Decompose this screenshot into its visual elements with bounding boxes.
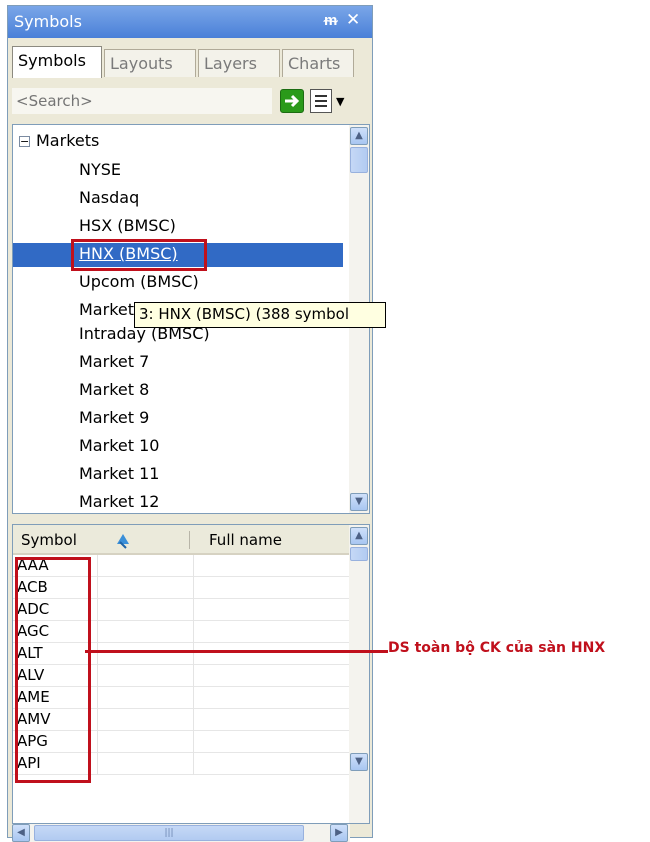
pin-icon[interactable]: ᵯ bbox=[324, 11, 337, 29]
tree-item-market-7[interactable]: Market 7 bbox=[79, 351, 149, 375]
highlight-box-symbols bbox=[15, 557, 91, 783]
sort-arrows-icon[interactable] bbox=[113, 530, 133, 554]
collapse-icon[interactable]: − bbox=[19, 136, 30, 147]
tree-item-market-10[interactable]: Market 10 bbox=[79, 435, 159, 459]
scroll-down-icon[interactable]: ▼ bbox=[350, 493, 368, 511]
tree-root-markets[interactable]: − Markets bbox=[19, 131, 99, 150]
scroll-right-icon[interactable]: ▶ bbox=[330, 824, 348, 842]
tree-item-market-12[interactable]: Market 12 bbox=[79, 491, 159, 513]
column-header-full-name[interactable]: Full name bbox=[209, 531, 282, 549]
tree-item-market[interactable]: Market bbox=[79, 299, 134, 323]
callout-label: DS toàn bộ CK của sàn HNX bbox=[388, 640, 606, 656]
tab-charts[interactable]: Charts bbox=[282, 49, 354, 77]
list-options-icon[interactable]: ▼ bbox=[310, 89, 346, 113]
scroll-down-icon[interactable]: ▼ bbox=[350, 753, 368, 771]
tree-item-upcom[interactable]: Upcom (BMSC) bbox=[79, 271, 199, 295]
scroll-thumb[interactable] bbox=[350, 147, 368, 173]
tab-layers[interactable]: Layers bbox=[198, 49, 280, 77]
search-input[interactable] bbox=[12, 88, 272, 114]
scroll-up-icon[interactable]: ▲ bbox=[350, 127, 368, 145]
scroll-thumb[interactable] bbox=[350, 547, 368, 561]
symbols-panel: Symbols ᵯ ✕ Symbols Layouts Layers Chart… bbox=[7, 5, 373, 842]
column-header-symbol[interactable]: Symbol bbox=[21, 531, 77, 549]
callout-line bbox=[85, 650, 388, 653]
scroll-thumb[interactable]: ||| bbox=[34, 825, 304, 841]
highlight-box-hnx bbox=[71, 239, 207, 271]
tab-symbols[interactable]: Symbols bbox=[12, 46, 102, 78]
scroll-left-icon[interactable]: ◀ bbox=[12, 824, 30, 842]
search-row: ▼ bbox=[12, 86, 370, 118]
tab-strip: Symbols Layouts Layers Charts bbox=[12, 46, 372, 78]
grid-scrollbar[interactable]: ▲ ▼ bbox=[349, 525, 369, 823]
scroll-up-icon[interactable]: ▲ bbox=[350, 527, 368, 545]
panel-title: Symbols bbox=[14, 12, 82, 31]
tree-item-market-11[interactable]: Market 11 bbox=[79, 463, 159, 487]
column-separator[interactable] bbox=[189, 531, 190, 549]
grid-header: Symbol Full name bbox=[13, 525, 351, 555]
tree-item-hsx[interactable]: HSX (BMSC) bbox=[79, 215, 176, 239]
tree-item-nyse[interactable]: NYSE bbox=[79, 159, 121, 183]
tree-item-nasdaq[interactable]: Nasdaq bbox=[79, 187, 139, 211]
close-icon[interactable]: ✕ bbox=[346, 10, 360, 30]
tab-layouts[interactable]: Layouts bbox=[104, 49, 196, 77]
horizontal-scrollbar[interactable]: ◀ ||| ▶ bbox=[12, 824, 350, 842]
symbol-grid[interactable]: Symbol Full name AAA ACB ADC AGC ALT ALV… bbox=[12, 524, 370, 824]
go-arrow-icon[interactable] bbox=[280, 89, 304, 113]
dropdown-arrow-icon[interactable]: ▼ bbox=[336, 95, 344, 108]
tooltip: 3: HNX (BMSC) (388 symbol bbox=[134, 302, 386, 328]
tree-item-market-9[interactable]: Market 9 bbox=[79, 407, 149, 431]
panel-title-bar[interactable]: Symbols ᵯ ✕ bbox=[8, 6, 372, 38]
tree-item-market-8[interactable]: Market 8 bbox=[79, 379, 149, 403]
